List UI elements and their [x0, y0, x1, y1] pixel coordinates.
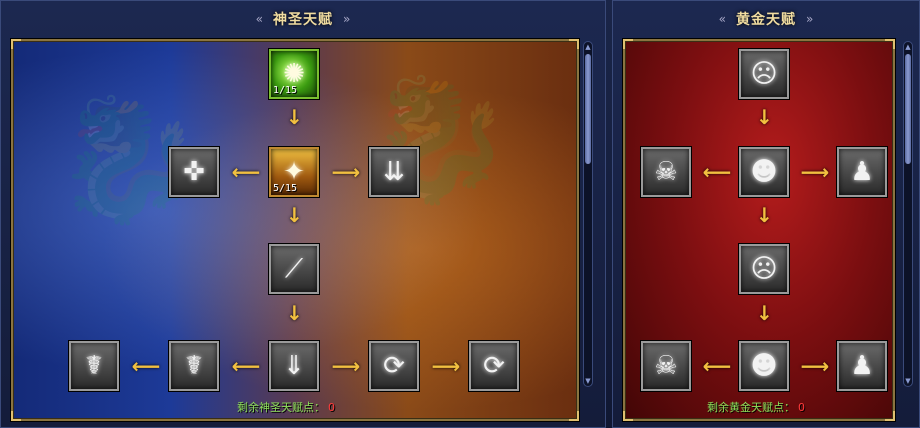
talent-node-skull[interactable]: ☠: [641, 147, 691, 197]
spinning-blade-icon: ⟳: [483, 351, 505, 381]
angel-wings-icon: ☤: [85, 351, 103, 381]
gold-talent-panel: « 黄金天赋 » ☹ ↓ ☠ ⟵ ☻ ⟶ ♟ ↓ ☹ ↓ ☠ ⟵ ☻ ⟶ ♟ 剩…: [612, 0, 920, 428]
hooded-ghost-icon: ☻: [750, 351, 778, 381]
remaining-points-value: 0: [328, 401, 335, 414]
holy-talent-title: 神圣天赋: [273, 12, 333, 28]
talent-node-blade-shard[interactable]: ⟋: [269, 244, 319, 294]
scrollbar-thumb[interactable]: [905, 54, 911, 164]
gold-scrollbar[interactable]: ▲ ▼: [903, 41, 913, 387]
arrow-right-icon: ⟶: [331, 160, 361, 184]
shadow-beast-icon: ✜: [183, 157, 205, 187]
frame-corner: [11, 39, 21, 49]
shadow-figure-icon: ♟: [850, 351, 874, 381]
gold-talent-title: 黄金天赋: [736, 12, 796, 28]
arrow-left-icon: ⟵: [131, 354, 161, 378]
talent-node-spinning-blade-outer[interactable]: ⟳: [469, 341, 519, 391]
talent-node-shadow-figure-2[interactable]: ♟: [837, 341, 887, 391]
remaining-points-value: 0: [798, 401, 805, 414]
arrow-down-icon: ↓: [756, 105, 773, 129]
skull-icon: ☠: [654, 351, 678, 381]
screaming-ghost-icon: ☹: [750, 254, 778, 284]
talent-node-golden-rays[interactable]: ✦ 5/15: [269, 147, 319, 197]
arrow-right-icon: ⟶: [800, 354, 830, 378]
light-pillar-icon: ⇊: [383, 157, 405, 187]
holy-remaining-points: 剩余神圣天赋点： 0: [237, 399, 335, 415]
spinning-blade-icon: ⟳: [383, 351, 405, 381]
arrow-right-icon: ⟶: [431, 354, 461, 378]
holy-talent-tree: 🐉 🐉 ✺ 1/15 ↓ ✜ ⟵ ✦ 5/15 ⟶ ⇊ ↓ ⟋ ↓ ☤ ⟵ ☤ …: [11, 39, 579, 421]
remaining-points-label: 剩余黄金天赋点：: [707, 401, 795, 414]
scroll-up-icon[interactable]: ▲: [584, 42, 592, 52]
skull-icon: ☠: [654, 157, 678, 187]
blade-shard-icon: ⟋: [284, 253, 304, 284]
scroll-up-icon[interactable]: ▲: [904, 42, 912, 52]
title-ornament-right-icon: »: [343, 12, 351, 26]
talent-node-shadow-beast[interactable]: ✜: [169, 147, 219, 197]
talent-node-hooded-ghost[interactable]: ☻: [739, 147, 789, 197]
talent-window: « 神圣天赋 » 🐉 🐉 ✺ 1/15 ↓ ✜ ⟵ ✦ 5/15 ⟶ ⇊ ↓ ⟋…: [0, 0, 920, 428]
frame-corner: [623, 39, 633, 49]
talent-node-screaming-ghost[interactable]: ☹: [739, 49, 789, 99]
arrow-down-icon: ↓: [286, 105, 303, 129]
talent-node-spinning-blade-inner[interactable]: ⟳: [369, 341, 419, 391]
screaming-ghost-icon: ☹: [750, 59, 778, 89]
gold-talent-tree: ☹ ↓ ☠ ⟵ ☻ ⟶ ♟ ↓ ☹ ↓ ☠ ⟵ ☻ ⟶ ♟ 剩余黄金天赋点： 0: [623, 39, 895, 421]
frame-corner: [569, 411, 579, 421]
scrollbar-thumb[interactable]: [585, 54, 591, 164]
talent-node-angel-wings-outer[interactable]: ☤: [69, 341, 119, 391]
angel-wings-icon: ☤: [185, 351, 203, 381]
talent-node-screaming-ghost-2[interactable]: ☹: [739, 244, 789, 294]
hooded-ghost-icon: ☻: [750, 157, 778, 187]
holy-scrollbar[interactable]: ▲ ▼: [583, 41, 593, 387]
arrow-down-icon: ↓: [756, 203, 773, 227]
arrow-left-icon: ⟵: [702, 160, 732, 184]
scroll-down-icon[interactable]: ▼: [904, 376, 912, 386]
arrow-down-icon: ↓: [286, 203, 303, 227]
holy-talent-panel: « 神圣天赋 » 🐉 🐉 ✺ 1/15 ↓ ✜ ⟵ ✦ 5/15 ⟶ ⇊ ↓ ⟋…: [0, 0, 606, 428]
arrow-down-icon: ↓: [286, 301, 303, 325]
frame-corner: [569, 39, 579, 49]
talent-node-skull-2[interactable]: ☠: [641, 341, 691, 391]
arrow-left-icon: ⟵: [231, 160, 261, 184]
arrow-right-icon: ⟶: [800, 160, 830, 184]
talent-node-falling-light[interactable]: ⇓: [269, 341, 319, 391]
scroll-down-icon[interactable]: ▼: [584, 376, 592, 386]
talent-level: 1/15: [273, 85, 298, 96]
frame-corner: [885, 39, 895, 49]
gold-talent-titlebar: « 黄金天赋 »: [613, 1, 919, 37]
gold-remaining-points: 剩余黄金天赋点： 0: [707, 399, 805, 415]
falling-light-icon: ⇓: [283, 351, 305, 381]
title-ornament-left-icon: «: [718, 12, 726, 26]
arrow-right-icon: ⟶: [331, 354, 361, 378]
arrow-down-icon: ↓: [756, 301, 773, 325]
talent-level: 5/15: [273, 183, 298, 194]
title-ornament-right-icon: »: [806, 12, 814, 26]
shadow-figure-icon: ♟: [850, 157, 874, 187]
title-ornament-left-icon: «: [255, 12, 263, 26]
arrow-left-icon: ⟵: [231, 354, 261, 378]
frame-corner: [11, 411, 21, 421]
talent-node-shadow-figure[interactable]: ♟: [837, 147, 887, 197]
talent-node-green-swirl[interactable]: ✺ 1/15: [269, 49, 319, 99]
talent-node-angel-wings-inner[interactable]: ☤: [169, 341, 219, 391]
frame-corner: [885, 411, 895, 421]
arrow-left-icon: ⟵: [702, 354, 732, 378]
holy-talent-titlebar: « 神圣天赋 »: [1, 1, 605, 37]
frame-corner: [623, 411, 633, 421]
remaining-points-label: 剩余神圣天赋点：: [237, 401, 325, 414]
talent-node-hooded-ghost-2[interactable]: ☻: [739, 341, 789, 391]
talent-node-light-pillar[interactable]: ⇊: [369, 147, 419, 197]
